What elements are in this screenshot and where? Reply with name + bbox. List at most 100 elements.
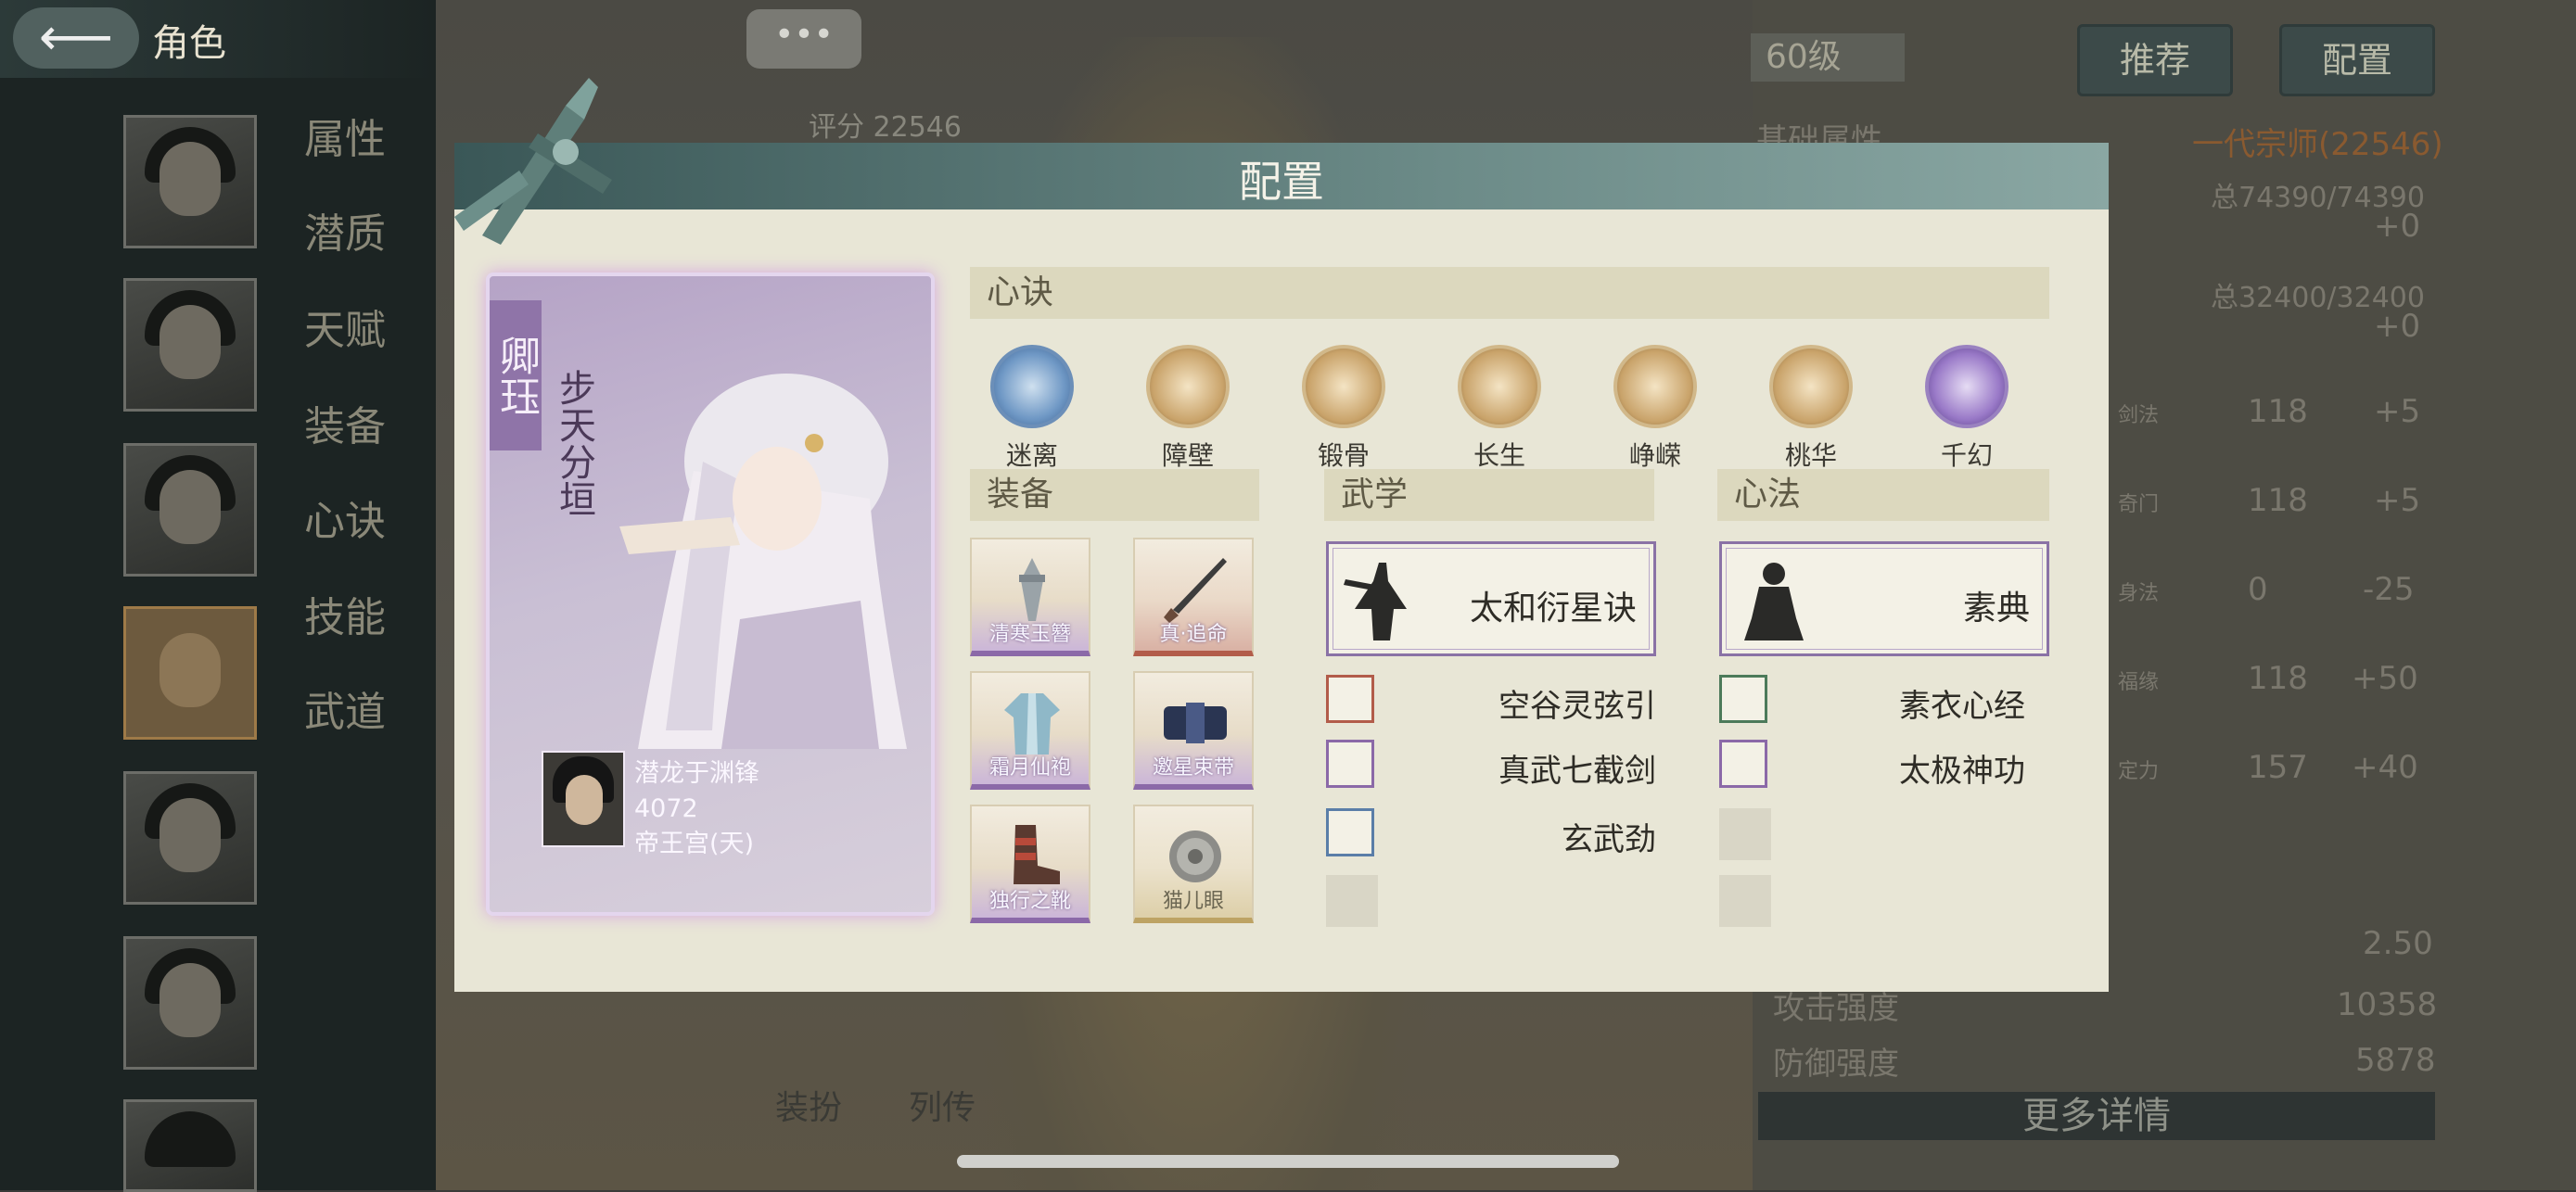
skill-scroll-icon xyxy=(1326,675,1374,723)
more-details-button[interactable]: 更多详情 xyxy=(1758,1092,2435,1140)
robe-icon xyxy=(1004,693,1060,755)
empty-skill-slot[interactable] xyxy=(1326,875,1378,927)
score-tag: 评分 22546 xyxy=(809,111,962,144)
total-mp-delta: +0 xyxy=(2374,308,2421,345)
wuxue-skill[interactable]: 空谷灵弦引 xyxy=(1326,675,1656,727)
xinjue-item[interactable]: 峥嵘 xyxy=(1604,345,1706,473)
equipment-slot[interactable]: 邀星束带 xyxy=(1133,671,1254,790)
menu-potential[interactable]: 潜质 xyxy=(304,200,386,260)
config-button[interactable]: 配置 xyxy=(2279,24,2435,96)
skill-sword-icon xyxy=(1326,740,1374,788)
config-modal: 配置 卿珏 步天分垣 潜龙于渊锋 4072 帝王宫(天) 心诀 迷离 障壁 锻骨… xyxy=(454,78,2109,992)
menu-wudao[interactable]: 武道 xyxy=(304,678,386,738)
stat-delta: +40 xyxy=(2352,749,2418,786)
xinfa-skill[interactable]: 素衣心经 xyxy=(1719,675,2025,727)
wuxue-main-name: 太和衍星诀 xyxy=(1469,590,1637,628)
level-badge: 60级 xyxy=(1751,33,1905,82)
stat-value: 118 xyxy=(2248,393,2308,430)
character-portrait[interactable] xyxy=(123,278,257,412)
boots-icon xyxy=(1014,825,1060,884)
character-portrait-selected[interactable] xyxy=(123,606,257,740)
wuxue-header: 武学 xyxy=(1324,469,1654,521)
xinjue-label: 桃华 xyxy=(1784,440,1837,471)
defense-label: 防御强度 xyxy=(1773,1046,1899,1083)
stat-delta: +5 xyxy=(2374,393,2421,430)
tab-costume[interactable]: 装扮 xyxy=(775,1081,842,1129)
skill-name: 素衣心经 xyxy=(1899,688,2025,725)
skill-name: 玄武劲 xyxy=(1562,821,1656,858)
skill-taiji-icon xyxy=(1719,740,1767,788)
page-title: 角色 xyxy=(152,22,226,65)
xinjue-label: 峥嵘 xyxy=(1628,440,1681,471)
xinfa-main-name: 素典 xyxy=(1962,590,2030,628)
xinjue-label: 障壁 xyxy=(1161,440,1214,471)
xinfa-skill[interactable]: 太极神功 xyxy=(1719,740,2025,792)
character-portrait[interactable] xyxy=(123,115,257,248)
tab-biography[interactable]: 列传 xyxy=(909,1081,976,1129)
top-bar: ⟵ 角色 xyxy=(0,0,436,78)
xinjue-item[interactable]: 迷离 xyxy=(981,345,1083,473)
equipment-label: 邀星束带 xyxy=(1152,756,1234,780)
xinfa-header: 心法 xyxy=(1717,469,2049,521)
total-hp-delta: +0 xyxy=(2374,208,2421,245)
character-portrait[interactable] xyxy=(123,443,257,577)
skill-name: 空谷灵弦引 xyxy=(1498,688,1656,725)
empty-skill-slot[interactable] xyxy=(1719,808,1771,860)
menu-skills[interactable]: 技能 xyxy=(304,584,386,643)
back-arrow-icon[interactable]: ⟵ xyxy=(13,7,139,69)
wuxue-main-skill[interactable]: 太和衍星诀 xyxy=(1326,541,1656,656)
xinjue-item[interactable]: 障壁 xyxy=(1137,345,1239,473)
character-portrait[interactable] xyxy=(123,936,257,1070)
owner-score: 4072 xyxy=(634,794,698,823)
equipment-slot[interactable]: 霜月仙袍 xyxy=(970,671,1090,790)
empty-skill-slot[interactable] xyxy=(1719,875,1771,927)
changsheng-icon xyxy=(1458,345,1541,428)
gem-icon xyxy=(1169,831,1221,882)
equipment-slot[interactable]: 清寒玉簪 xyxy=(970,538,1090,656)
xinjue-header: 心诀 xyxy=(970,267,2049,319)
equipment-label: 猫儿眼 xyxy=(1162,890,1224,913)
stat-value: 118 xyxy=(2248,482,2308,519)
skill-name: 太极神功 xyxy=(1899,753,2025,790)
equipment-slot[interactable]: 独行之靴 xyxy=(970,805,1090,923)
menu-attributes[interactable]: 属性 xyxy=(304,106,386,165)
equipment-label: 独行之靴 xyxy=(988,890,1071,913)
equipment-slot[interactable]: 真·追命 xyxy=(1133,538,1254,656)
sword-icon xyxy=(1164,558,1227,623)
belt-icon xyxy=(1164,703,1227,743)
recommend-button[interactable]: 推荐 xyxy=(2077,24,2233,96)
xinjue-item[interactable]: 千幻 xyxy=(1916,345,2018,473)
zhengrong-icon xyxy=(1613,345,1697,428)
character-illustration xyxy=(619,374,907,749)
menu-xinjue[interactable]: 心诀 xyxy=(304,488,386,547)
character-portrait[interactable] xyxy=(123,1099,257,1192)
rank-label: 一代宗师(22546) xyxy=(2192,126,2443,163)
xinjue-item[interactable]: 桃华 xyxy=(1760,345,1862,473)
chat-icon[interactable]: ••• xyxy=(746,9,861,69)
equipment-slot[interactable]: 猫儿眼 xyxy=(1133,805,1254,923)
xinjue-item[interactable]: 长生 xyxy=(1448,345,1550,473)
crit-value: 2.50 xyxy=(2363,925,2433,962)
duangu-icon xyxy=(1302,345,1385,428)
taohua-icon xyxy=(1769,345,1853,428)
menu-talent[interactable]: 天赋 xyxy=(304,297,386,356)
wuxue-skill[interactable]: 玄武劲 xyxy=(1326,808,1656,860)
wuxue-skill[interactable]: 真武七截剑 xyxy=(1326,740,1656,792)
character-card: 卿珏 步天分垣 潜龙于渊锋 4072 帝王宫(天) xyxy=(486,273,935,916)
owner-server: 帝王宫(天) xyxy=(634,830,755,858)
qianhuan-icon xyxy=(1925,345,2009,428)
xinjue-label: 长生 xyxy=(1473,440,1525,471)
menu-equipment[interactable]: 装备 xyxy=(304,393,386,452)
meditation-figure-icon xyxy=(1744,563,1804,640)
home-indicator[interactable] xyxy=(957,1155,1619,1168)
stat-delta: -25 xyxy=(2363,571,2415,608)
xinfa-main-skill[interactable]: 素典 xyxy=(1719,541,2049,656)
attack-value: 10358 xyxy=(2337,986,2438,1023)
xinjue-item[interactable]: 锻骨 xyxy=(1293,345,1395,473)
stat-name: 剑法 xyxy=(2118,404,2160,427)
character-portrait[interactable] xyxy=(123,771,257,905)
stat-name: 奇门 xyxy=(2118,493,2160,516)
stat-name: 福缘 xyxy=(2118,671,2160,694)
character-name: 卿珏 xyxy=(490,300,542,450)
equipment-label: 清寒玉簪 xyxy=(988,623,1071,646)
